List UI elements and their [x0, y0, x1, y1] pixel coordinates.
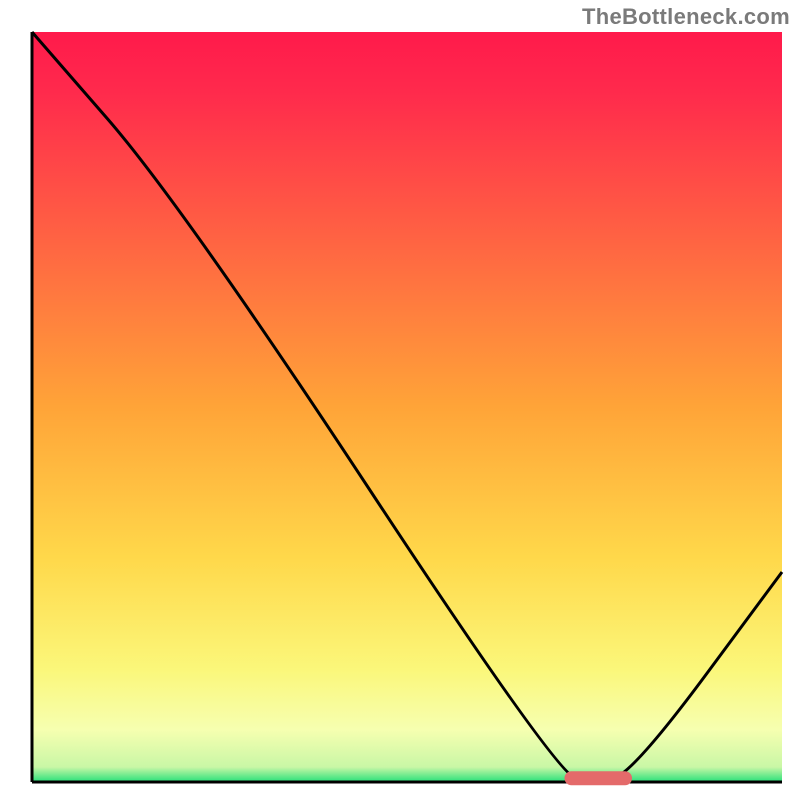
plot-background — [32, 32, 782, 782]
chart-svg — [0, 0, 800, 800]
optimal-marker — [565, 771, 633, 785]
chart-stage: TheBottleneck.com — [0, 0, 800, 800]
